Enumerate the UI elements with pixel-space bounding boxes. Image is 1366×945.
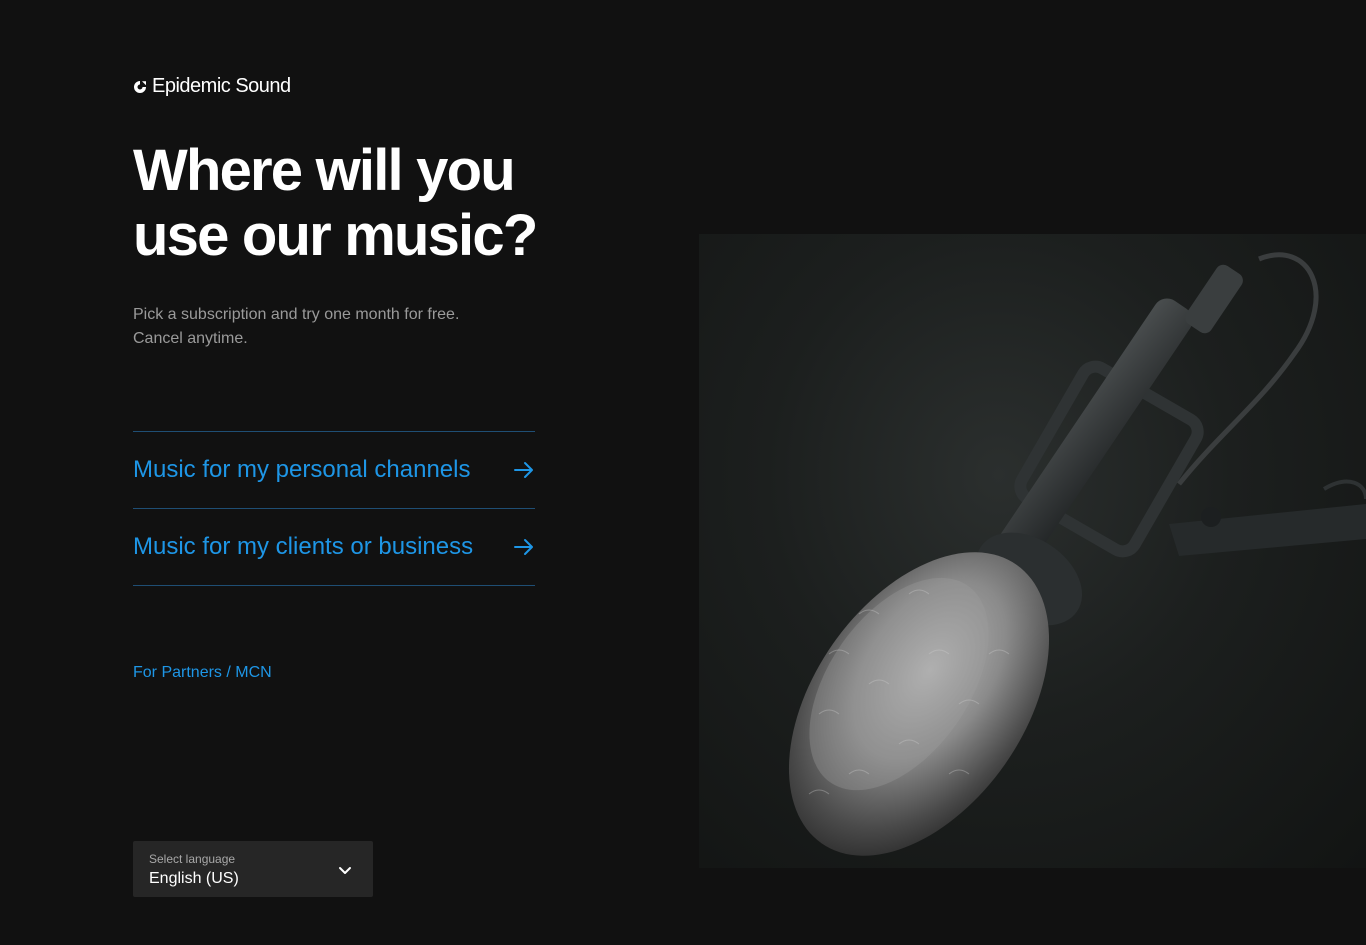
page-title-line-1: Where will you (133, 138, 516, 203)
page-subtitle-line-2: Cancel anytime. (133, 330, 248, 347)
arrow-right-icon (514, 539, 533, 555)
personal-channels-option[interactable]: Music for my personal channels (133, 432, 535, 509)
subscription-options: Music for my personal channels Music for… (133, 431, 535, 586)
hero-image (699, 234, 1366, 868)
partners-mcn-link[interactable]: For Partners / MCN (133, 664, 272, 682)
brand-name: Epidemic Sound (152, 75, 291, 97)
clients-business-option[interactable]: Music for my clients or business (133, 509, 535, 586)
epidemic-sound-logo-icon (134, 80, 146, 93)
language-select[interactable]: Select language English (US) (133, 841, 373, 897)
page: Epidemic Sound Where will you use our mu… (0, 0, 1366, 945)
page-subtitle: Pick a subscription and try one month fo… (133, 303, 513, 351)
clients-business-option-label: Music for my clients or business (133, 533, 474, 560)
personal-channels-option-label: Music for my personal channels (133, 456, 471, 483)
shotgun-microphone-illustration (788, 252, 1366, 856)
chevron-down-icon (339, 867, 351, 874)
language-select-label: Select language (149, 852, 236, 866)
page-title: Where will you use our music? (133, 138, 613, 268)
page-title-line-2: use our music? (133, 203, 538, 268)
page-subtitle-line-1: Pick a subscription and try one month fo… (133, 306, 460, 323)
brand-logo-link[interactable]: Epidemic Sound (133, 75, 291, 98)
language-select-value: English (US) (149, 870, 239, 887)
arrow-right-icon (514, 462, 533, 478)
